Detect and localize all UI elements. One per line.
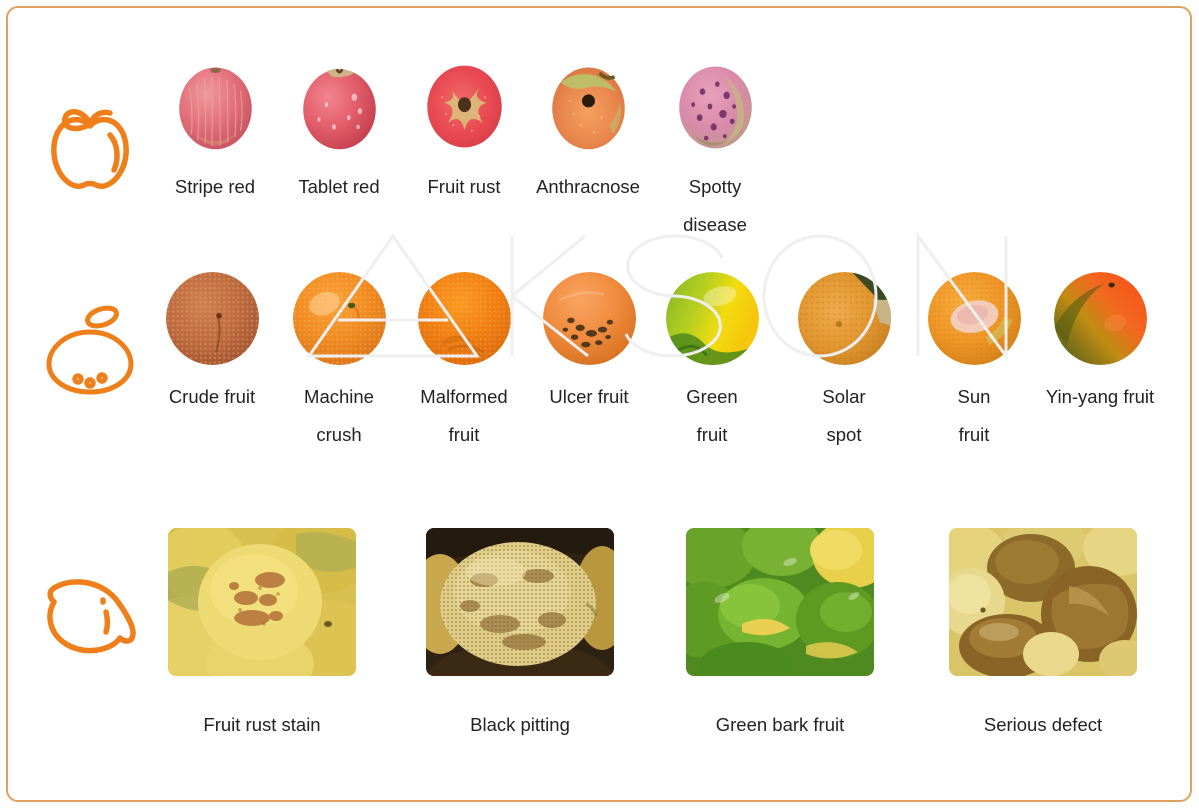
orange-solar-spot-image [797, 272, 891, 365]
lemon-serious-defect-image [949, 528, 1137, 676]
orange-yin-yang-fruit-image [1053, 272, 1147, 365]
fruit-cell[interactable]: Black pitting [420, 528, 620, 744]
apple-stripe-red-image [169, 60, 262, 153]
fruit-thumbnail [668, 60, 762, 153]
fruit-thumbnail [949, 528, 1137, 676]
orange-malformed-fruit-image [417, 272, 511, 365]
fruit-thumbnail [417, 272, 511, 365]
fruit-label: Solar spot [822, 386, 866, 445]
fruit-label: Malformed fruit [420, 386, 508, 445]
fruit-label: Black pitting [470, 714, 570, 735]
fruit-thumbnail [292, 60, 386, 153]
fruit-thumbnail [927, 272, 1021, 365]
fruit-label: Tablet red [298, 176, 380, 197]
fruit-cell[interactable]: Tablet red [279, 60, 399, 206]
fruit-cell[interactable]: Solar spot [780, 272, 908, 454]
fruit-cell[interactable]: Crude fruit [148, 272, 276, 416]
fruit-thumbnail [165, 272, 259, 365]
fruit-cell[interactable]: Spotty disease [655, 60, 775, 244]
fruit-label: Stripe red [174, 176, 256, 197]
lemon-fruit-rust-stain-image [168, 528, 356, 676]
fruit-thumbnail [797, 272, 891, 365]
fruit-label: Fruit rust stain [203, 714, 321, 735]
fruit-cell[interactable]: Sun fruit [910, 272, 1038, 454]
fruit-cell[interactable]: Malformed fruit [400, 272, 528, 454]
orange-green-fruit-image [665, 272, 759, 365]
fruit-label: Ulcer fruit [549, 386, 629, 407]
fruit-cell[interactable]: Ulcer fruit [525, 272, 653, 416]
fruit-cell[interactable]: Green bark fruit [680, 528, 880, 744]
apple-spotty-disease-image [669, 60, 762, 153]
fruit-thumbnail [665, 272, 759, 365]
row-orange: Crude fruit Machine crush Malformed frui… [0, 272, 1199, 472]
fruit-label: Green bark fruit [715, 714, 845, 735]
fruit-label: Crude fruit [168, 386, 256, 407]
fruit-label: Machine crush [304, 386, 374, 445]
orange-sun-fruit-image [927, 272, 1021, 365]
fruit-thumbnail [541, 60, 635, 153]
fruit-label: Sun fruit [957, 386, 991, 445]
fruit-cell[interactable]: Yin-yang fruit [1036, 272, 1164, 416]
orange-icon [40, 294, 140, 404]
orange-ulcer-fruit-image [542, 272, 636, 365]
apple-icon [40, 88, 140, 198]
lemon-black-pitting-image [426, 528, 614, 676]
orange-machine-crush-image [292, 272, 386, 365]
fruit-cell[interactable]: Anthracnose [528, 60, 648, 206]
fruit-label: Serious defect [983, 714, 1103, 735]
lemon-icon [40, 558, 140, 668]
row-apple: Stripe red Tablet red Fruit rust Anthrac… [0, 60, 1199, 235]
orange-crude-fruit-image [165, 272, 259, 365]
fruit-thumbnail [426, 528, 614, 676]
fruit-thumbnail [1053, 272, 1147, 365]
fruit-thumbnail [686, 528, 874, 676]
fruit-label: Fruit rust [427, 176, 501, 197]
fruit-label: Yin-yang fruit [1045, 386, 1155, 407]
fruit-label: Spotty disease [683, 176, 747, 235]
fruit-cell[interactable]: Machine crush [275, 272, 403, 454]
fruit-thumbnail [542, 272, 636, 365]
fruit-thumbnail [168, 528, 356, 676]
fruit-thumbnail [417, 60, 511, 153]
fruit-thumbnail [292, 272, 386, 365]
fruit-label: Anthracnose [536, 176, 640, 197]
fruit-cell[interactable]: Fruit rust stain [162, 528, 362, 744]
fruit-cell[interactable]: Stripe red [155, 60, 275, 206]
row-lemon: Fruit rust stain Black pitting Green bar… [0, 528, 1199, 753]
apple-anthracnose-image [542, 60, 635, 153]
fruit-defect-chart: Stripe red Tablet red Fruit rust Anthrac… [0, 0, 1199, 810]
apple-tablet-red-image [293, 60, 386, 153]
fruit-cell[interactable]: Serious defect [943, 528, 1143, 744]
fruit-cell[interactable]: Green fruit [648, 272, 776, 454]
apple-fruit-rust-image [418, 60, 511, 153]
fruit-label: Green fruit [686, 386, 738, 445]
fruit-cell[interactable]: Fruit rust [404, 60, 524, 206]
fruit-thumbnail [168, 60, 262, 153]
lemon-green-bark-fruit-image [686, 528, 874, 676]
